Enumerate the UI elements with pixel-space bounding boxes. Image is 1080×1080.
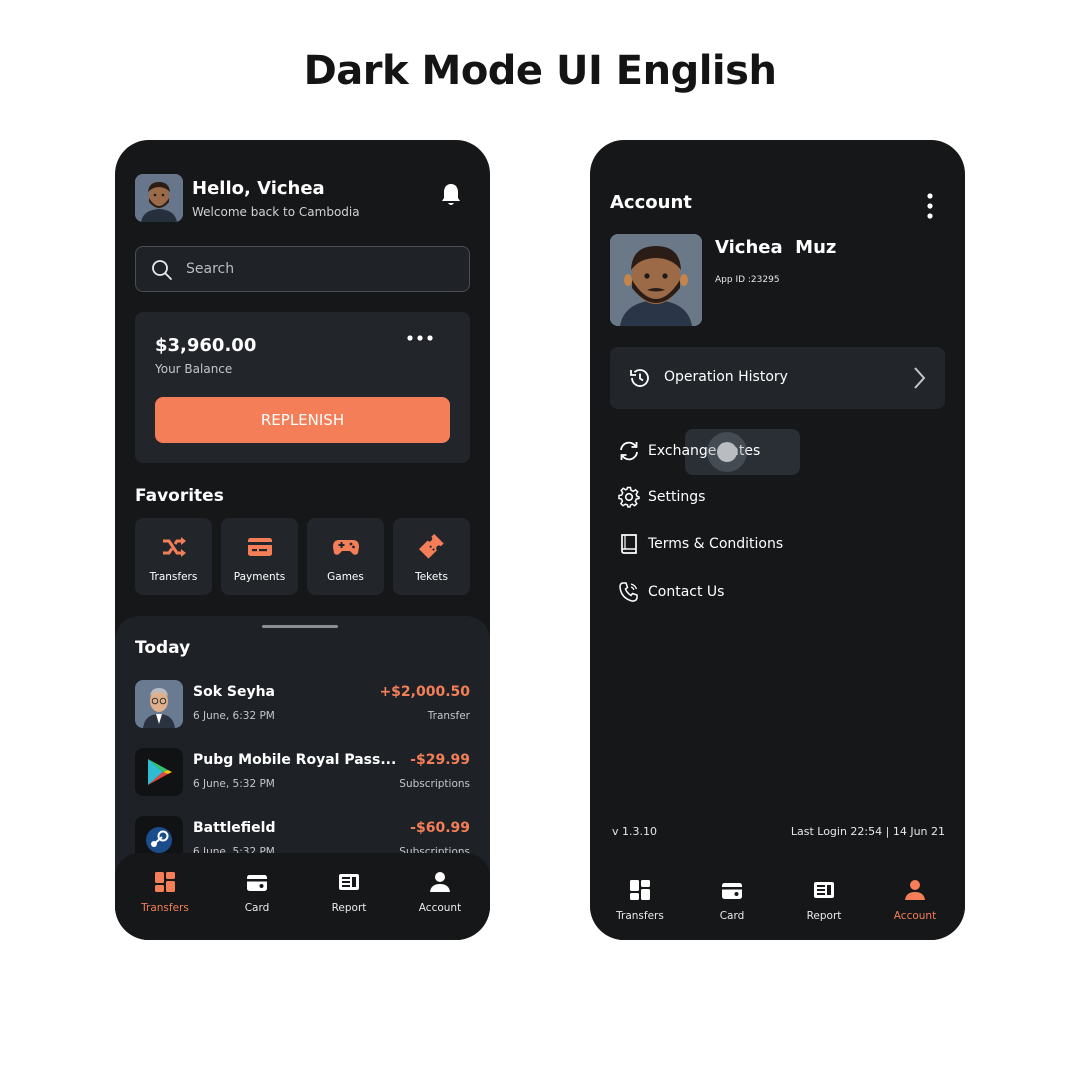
- tab-transfers[interactable]: Transfers: [594, 879, 686, 922]
- favorite-label: Payments: [233, 571, 286, 583]
- balance-label: Your Balance: [155, 362, 233, 376]
- account-title: Account: [610, 192, 692, 213]
- operation-history-label: Operation History: [664, 369, 788, 385]
- wallet-icon: [722, 883, 742, 899]
- tab-report[interactable]: Report: [778, 879, 870, 922]
- favorite-label: Games: [327, 571, 364, 583]
- app-id: App ID :23295: [715, 275, 780, 285]
- user-icon: [430, 872, 450, 892]
- shuffle-icon: [163, 537, 186, 557]
- chevron-right-icon: [914, 367, 926, 389]
- favorite-label: Tekets: [415, 571, 448, 583]
- balance-card: $3,960.00 Your Balance REPLENISH: [135, 312, 470, 463]
- today-title: Today: [135, 638, 191, 658]
- transaction-type: Transfer: [427, 710, 470, 722]
- home-screen: Hello, Vichea Welcome back to Cambodia S…: [115, 140, 490, 940]
- history-icon: [630, 369, 649, 387]
- account-screen: Account Vichea Muz App ID :23295 Operati…: [590, 140, 965, 940]
- transaction-date: 6 June, 6:32 PM: [193, 710, 275, 722]
- transaction-amount: -$29.99: [410, 752, 470, 768]
- favorite-payments[interactable]: Payments: [221, 518, 298, 595]
- book-icon: [621, 534, 637, 554]
- tab-label: Transfers: [616, 910, 664, 922]
- kebab-menu-icon[interactable]: [925, 192, 935, 220]
- report-icon: [814, 882, 834, 898]
- menu-label: Settings: [648, 489, 706, 505]
- transaction-name: Pubg Mobile Royal Pass...: [193, 752, 397, 768]
- menu-label: Contact Us: [648, 584, 725, 600]
- profile-photo[interactable]: [610, 234, 702, 326]
- tab-transfers[interactable]: Transfers: [119, 871, 211, 914]
- google-play-icon: [135, 748, 183, 796]
- tab-bar: Transfers Card Report Account: [115, 853, 490, 940]
- profile-name: Vichea Muz: [715, 237, 837, 258]
- replenish-button[interactable]: REPLENISH: [155, 397, 450, 443]
- transaction-type: Subscriptions: [399, 778, 470, 790]
- tab-label: Card: [719, 910, 745, 922]
- last-login: Last Login 22:54 | 14 Jun 21: [790, 825, 945, 838]
- balance-amount: $3,960.00: [155, 335, 257, 356]
- gamepad-icon: [333, 540, 359, 555]
- favorite-tickets[interactable]: Tekets: [393, 518, 470, 595]
- touch-indicator: [717, 442, 737, 462]
- menu-label: Terms & Conditions: [648, 536, 784, 552]
- favorite-games[interactable]: Games: [307, 518, 384, 595]
- tab-card[interactable]: Card: [686, 879, 778, 922]
- menu-label: Exchange Rates: [648, 443, 761, 459]
- phone-icon: [619, 582, 638, 602]
- app-version: v 1.3.10: [612, 825, 657, 838]
- transaction-date: 6 June, 5:32 PM: [193, 778, 275, 790]
- favorites-title: Favorites: [135, 486, 224, 506]
- tab-bar: Transfers Card Report Account: [590, 861, 965, 940]
- tab-account[interactable]: Account: [869, 879, 961, 922]
- transaction-amount: +$2,000.50: [379, 684, 470, 700]
- tab-label: Transfers: [141, 902, 189, 914]
- favorite-transfers[interactable]: Transfers: [135, 518, 212, 595]
- greeting-subtitle: Welcome back to Cambodia: [192, 205, 360, 219]
- search-placeholder: Search: [186, 261, 235, 277]
- tab-label: Account: [418, 902, 462, 914]
- search-input[interactable]: Search: [135, 246, 470, 292]
- wallet-icon: [247, 875, 267, 891]
- tab-report[interactable]: Report: [303, 871, 395, 914]
- tab-label: Report: [806, 910, 842, 922]
- credit-card-icon: [248, 538, 272, 556]
- sheet-drag-handle[interactable]: [262, 625, 338, 628]
- tab-account[interactable]: Account: [394, 871, 486, 914]
- operation-history-button[interactable]: Operation History: [610, 347, 945, 409]
- greeting-title: Hello, Vichea: [192, 178, 325, 199]
- more-dots-icon[interactable]: [405, 332, 435, 344]
- search-icon: [152, 260, 172, 280]
- transaction-name: Sok Seyha: [193, 684, 276, 700]
- avatar-illustration: [610, 234, 702, 326]
- page-title: Dark Mode UI English: [303, 48, 777, 94]
- tab-label: Report: [331, 902, 367, 914]
- dashboard-icon: [630, 880, 650, 900]
- gear-icon: [618, 486, 640, 508]
- transaction-name: Battlefield: [193, 820, 276, 836]
- tab-label: Account: [893, 910, 937, 922]
- transaction-row[interactable]: Sok Seyha 6 June, 6:32 PM +$2,000.50 Tra…: [135, 680, 470, 730]
- report-icon: [339, 874, 359, 890]
- tab-label: Card: [244, 902, 270, 914]
- refresh-icon: [620, 441, 638, 461]
- avatar-illustration: [135, 174, 183, 222]
- tab-card[interactable]: Card: [211, 871, 303, 914]
- transaction-row[interactable]: Pubg Mobile Royal Pass... 6 June, 5:32 P…: [135, 748, 470, 798]
- dashboard-icon: [155, 872, 175, 892]
- person-avatar: [135, 680, 183, 728]
- favorite-label: Transfers: [149, 571, 198, 583]
- ticket-icon: [419, 534, 444, 559]
- transaction-amount: -$60.99: [410, 820, 470, 836]
- bell-icon[interactable]: [439, 182, 463, 208]
- user-icon: [905, 880, 925, 900]
- avatar[interactable]: [135, 174, 183, 222]
